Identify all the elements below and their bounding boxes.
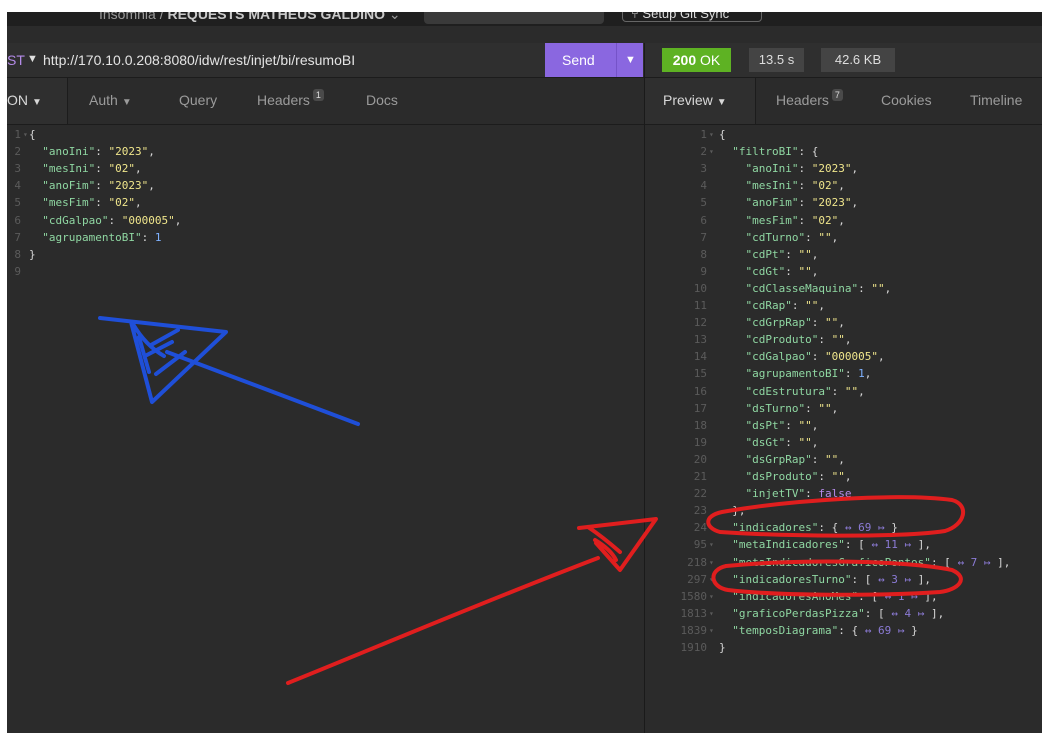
red-circle-indicadores	[706, 495, 965, 538]
blue-annotation-scribble	[98, 316, 360, 426]
annotations-overlay	[98, 316, 965, 685]
red-arrow-annotation	[286, 517, 658, 685]
red-circle-indicadores-turno	[711, 559, 963, 597]
